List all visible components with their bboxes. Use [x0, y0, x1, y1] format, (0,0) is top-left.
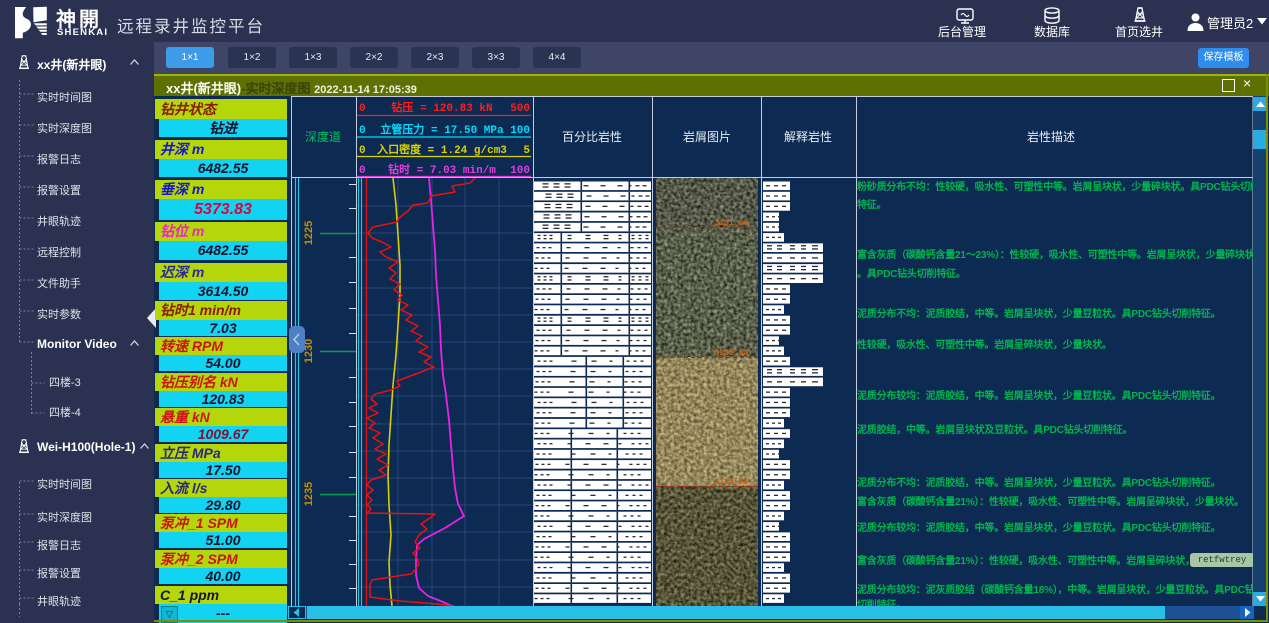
svg-text:岩屑图片: 岩屑图片 — [683, 129, 731, 144]
svg-text:岩性描述: 岩性描述 — [1027, 129, 1075, 144]
svg-text:钻时 = 7.03 min/m: 钻时 = 7.03 min/m — [388, 162, 496, 177]
svg-text:0: 0 — [359, 125, 366, 137]
svg-text:立管压力 = 17.50 MPa: 立管压力 = 17.50 MPa — [380, 122, 504, 137]
svg-text:3133.94: 3133.94 — [714, 349, 748, 358]
svg-text:0: 0 — [359, 103, 366, 115]
svg-text:1225: 1225 — [303, 221, 315, 245]
svg-text:深度道: 深度道 — [305, 129, 341, 144]
svg-text:5: 5 — [523, 145, 530, 157]
svg-text:钻压 = 120.83 kN: 钻压 = 120.83 kN — [391, 100, 492, 115]
svg-text:入口密度 = 1.24 g/cm3: 入口密度 = 1.24 g/cm3 — [377, 142, 507, 157]
svg-text:解释岩性: 解释岩性 — [784, 129, 832, 144]
svg-text:百分比岩性: 百分比岩性 — [562, 129, 622, 144]
svg-text:100: 100 — [510, 125, 530, 137]
svg-text:0: 0 — [359, 145, 366, 157]
svg-text:100: 100 — [510, 165, 530, 177]
svg-text:3135.84: 3135.84 — [714, 478, 748, 487]
svg-text:0: 0 — [359, 165, 366, 177]
svg-text:500: 500 — [510, 103, 530, 115]
svg-text:1235: 1235 — [303, 482, 315, 506]
svg-text:3131.04: 3131.04 — [714, 219, 748, 228]
